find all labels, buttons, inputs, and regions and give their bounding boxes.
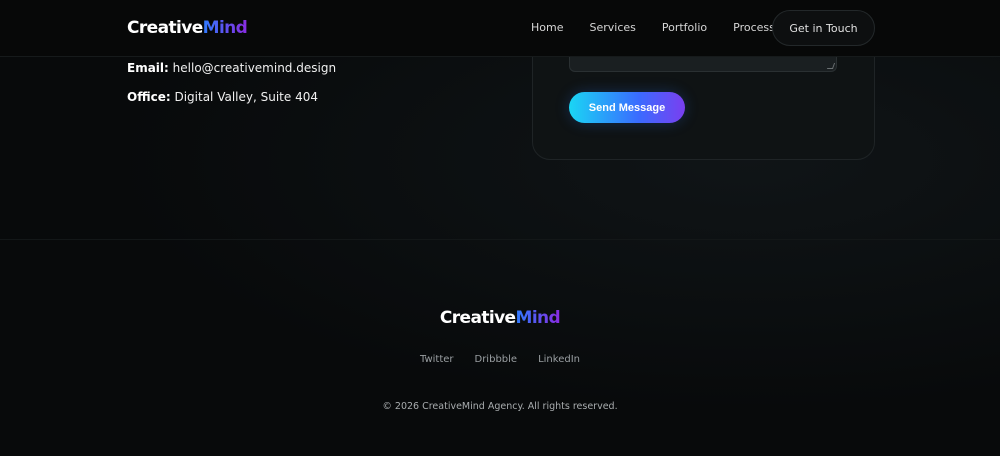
social-link-dribbble[interactable]: Dribbble [475, 354, 518, 365]
nav-item-services[interactable]: Services [589, 21, 635, 34]
footer-logo-main-text: Creative [439, 308, 516, 328]
office-value: Digital Valley, Suite 404 [174, 90, 318, 104]
header-logo[interactable]: CreativeMind [127, 18, 248, 38]
email-value[interactable]: hello@creativemind.design [173, 61, 336, 75]
footer-logo[interactable]: CreativeMind [0, 308, 1000, 328]
nav-item-home[interactable]: Home [531, 21, 563, 34]
social-link-twitter[interactable]: Twitter [420, 354, 454, 365]
email-info: Email: hello@creativemind.design [127, 61, 336, 75]
office-info: Office: Digital Valley, Suite 404 [127, 90, 318, 104]
logo-accent-text: Mind [202, 18, 248, 38]
resize-handle-icon[interactable] [826, 63, 836, 69]
social-links: Twitter Dribbble LinkedIn [0, 354, 1000, 365]
get-in-touch-button[interactable]: Get in Touch [772, 10, 875, 46]
office-label: Office: [127, 90, 171, 104]
copyright-text: © 2026 CreativeMind Agency. All rights r… [382, 401, 618, 412]
email-label: Email: [127, 61, 169, 75]
logo-main-text: Creative [127, 18, 203, 38]
send-message-button[interactable]: Send Message [569, 92, 685, 123]
nav-item-process[interactable]: Process [733, 21, 775, 34]
nav-item-portfolio[interactable]: Portfolio [662, 21, 707, 34]
section-divider [0, 239, 1000, 240]
site-header: CreativeMind Home Services Portfolio Pro… [0, 0, 1000, 57]
footer-logo-accent-text: Mind [515, 308, 561, 328]
social-link-linkedin[interactable]: LinkedIn [538, 354, 580, 365]
main-nav: Home Services Portfolio Process [531, 21, 801, 34]
